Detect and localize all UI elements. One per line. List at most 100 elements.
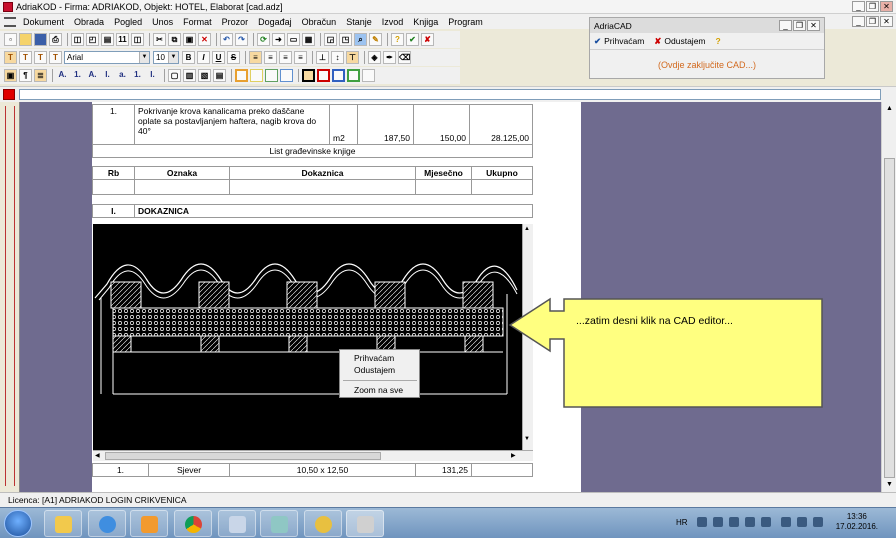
tray-icon[interactable] xyxy=(745,517,755,527)
menu-unos[interactable]: Unos xyxy=(147,17,178,27)
align-justify-icon[interactable]: ≡ xyxy=(294,51,307,64)
table-row[interactable]: 1. Pokrivanje krova kanalicama preko daš… xyxy=(92,104,533,145)
undo-icon[interactable]: ↶ xyxy=(220,33,233,46)
color-yellow-icon[interactable] xyxy=(250,69,263,82)
network-icon[interactable] xyxy=(797,517,807,527)
two-pages-icon[interactable]: ◫ xyxy=(131,33,144,46)
taskbar-chrome[interactable] xyxy=(174,510,212,537)
list-icon[interactable]: ≣ xyxy=(34,69,47,82)
paragraph-icon[interactable]: ¶ xyxy=(19,69,32,82)
print-icon[interactable]: ⎙ xyxy=(49,33,62,46)
adriacad-minimize-button[interactable]: _ xyxy=(779,20,792,31)
main-vertical-scrollbar[interactable]: ▲ ▼ xyxy=(881,102,896,492)
font-name-select[interactable]: Arial ▼ xyxy=(64,51,150,64)
restore-button[interactable]: ❐ xyxy=(866,1,879,12)
picture-icon[interactable]: ▣ xyxy=(4,69,17,82)
redo-icon[interactable]: ↷ xyxy=(235,33,248,46)
text-style-button[interactable]: T xyxy=(4,51,17,64)
window-icon[interactable]: ◲ xyxy=(324,33,337,46)
clock[interactable]: 13:36 17.02.2016. xyxy=(836,512,878,532)
italic-button[interactable]: I xyxy=(197,51,210,64)
fill-color-icon[interactable]: ◈ xyxy=(368,51,381,64)
menu-obrada[interactable]: Obrada xyxy=(69,17,109,27)
underline-button[interactable]: U xyxy=(212,51,225,64)
adriacad-restore-button[interactable]: ❐ xyxy=(793,20,806,31)
table-row[interactable]: 1. Sjever 10,50 x 12,50 131,25 xyxy=(92,463,533,477)
paste-icon[interactable]: ▣ xyxy=(183,33,196,46)
color-orange-icon[interactable] xyxy=(235,69,248,82)
numbering-button[interactable]: I. xyxy=(101,69,114,82)
taskbar-navigation[interactable] xyxy=(304,510,342,537)
menu-knjiga[interactable]: Knjiga xyxy=(408,17,443,27)
text-style-button[interactable]: T xyxy=(34,51,47,64)
start-button[interactable] xyxy=(4,510,32,537)
context-cancel[interactable]: Odustajem xyxy=(354,364,395,376)
refresh-icon[interactable]: ⟳ xyxy=(257,33,270,46)
border-green-icon[interactable] xyxy=(347,69,360,82)
align-left-icon[interactable]: ≡ xyxy=(249,51,262,64)
insert-row-icon[interactable]: ▭ xyxy=(287,33,300,46)
doc-close-button[interactable]: ✕ xyxy=(880,16,893,27)
valign-bottom-icon[interactable]: ⊥ xyxy=(316,51,329,64)
cancel-icon[interactable]: ✘ xyxy=(421,33,434,46)
color-blue-icon[interactable] xyxy=(280,69,293,82)
valign-middle-icon[interactable]: ↕ xyxy=(331,51,344,64)
color-green-icon[interactable] xyxy=(265,69,278,82)
tray-icon[interactable] xyxy=(713,517,723,527)
taskbar-explorer[interactable] xyxy=(44,510,82,537)
align-right-icon[interactable]: ≡ xyxy=(279,51,292,64)
border-blue-icon[interactable] xyxy=(332,69,345,82)
cut-icon[interactable]: ✂ xyxy=(153,33,166,46)
arrow-right-icon[interactable]: ➜ xyxy=(272,33,285,46)
tray-icon[interactable] xyxy=(697,517,707,527)
frame-icon[interactable]: ▢ xyxy=(168,69,181,82)
pages-icon[interactable]: ◳ xyxy=(339,33,352,46)
help-icon[interactable]: ? xyxy=(716,36,721,46)
menu-stanje[interactable]: Stanje xyxy=(341,17,377,27)
scroll-up-icon[interactable]: ▲ xyxy=(883,102,896,116)
context-zoom-all[interactable]: Zoom na sve xyxy=(354,384,403,396)
page-setup-icon[interactable]: ▤ xyxy=(101,33,114,46)
scroll-left-icon[interactable]: ◀ xyxy=(95,452,100,459)
taskbar-app[interactable] xyxy=(260,510,298,537)
menu-izvod[interactable]: Izvod xyxy=(377,17,409,27)
help-icon[interactable]: ? xyxy=(391,33,404,46)
scroll-right-icon[interactable]: ▶ xyxy=(511,452,516,459)
volume-icon[interactable] xyxy=(813,517,823,527)
section-row[interactable]: I. DOKAZNICA xyxy=(92,204,533,218)
close-button[interactable]: ✕ xyxy=(880,1,893,12)
taskbar-adriakod[interactable] xyxy=(346,510,384,537)
cancel-button[interactable]: ✘ Odustajem xyxy=(654,36,705,47)
scroll-down-icon[interactable]: ▼ xyxy=(883,478,896,492)
menu-prozor[interactable]: Prozor xyxy=(217,17,254,27)
table-row[interactable] xyxy=(92,179,533,195)
cad-editor[interactable] xyxy=(93,224,522,450)
open-folder-icon[interactable] xyxy=(19,33,32,46)
check-icon[interactable]: ✔ xyxy=(406,33,419,46)
border-black-icon[interactable] xyxy=(302,69,315,82)
new-document-icon[interactable]: ▫ xyxy=(4,33,17,46)
brush-icon[interactable]: ✎ xyxy=(369,33,382,46)
border-red-icon[interactable] xyxy=(317,69,330,82)
menu-dogadaj[interactable]: Događaj xyxy=(253,17,297,27)
cad-horizontal-scrollbar[interactable]: ◀ ▶ xyxy=(93,450,533,461)
save-icon[interactable] xyxy=(34,33,47,46)
zoom-page-icon[interactable]: ◰ xyxy=(86,33,99,46)
menu-logo-icon[interactable] xyxy=(4,16,16,27)
taskbar-ie[interactable] xyxy=(88,510,126,537)
adriacad-close-button[interactable]: ✕ xyxy=(807,20,820,31)
doc-minimize-button[interactable]: _ xyxy=(852,16,865,27)
frame-text-icon[interactable]: ▤ xyxy=(213,69,226,82)
scroll-down-icon[interactable]: ▼ xyxy=(524,436,530,442)
cad-hscroll-thumb[interactable] xyxy=(105,452,381,460)
menu-dokument[interactable]: Dokument xyxy=(18,17,69,27)
menu-pogled[interactable]: Pogled xyxy=(109,17,147,27)
menu-program[interactable]: Program xyxy=(443,17,488,27)
doc-restore-button[interactable]: ❐ xyxy=(866,16,879,27)
numbering-button[interactable]: 1. xyxy=(71,69,84,82)
frame-image-icon[interactable]: ▧ xyxy=(198,69,211,82)
text-style-button[interactable]: T xyxy=(49,51,62,64)
pen-icon[interactable]: ✒ xyxy=(383,51,396,64)
strike-button[interactable]: S xyxy=(227,51,240,64)
eraser-icon[interactable]: ⌫ xyxy=(398,51,411,64)
